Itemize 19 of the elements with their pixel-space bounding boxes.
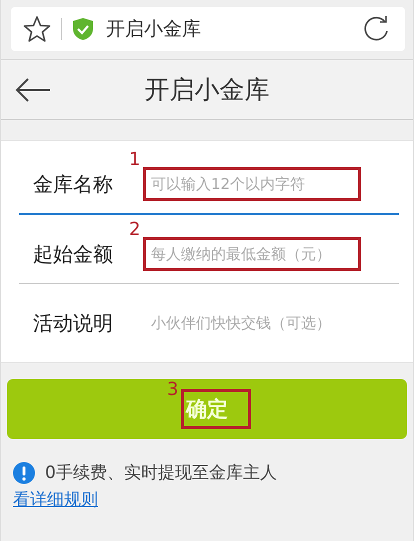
input-field[interactable]: 可以输入12个以内字符 <box>145 171 397 197</box>
annotation-number: 1 <box>129 149 140 170</box>
annotation-number: 3 <box>167 379 178 400</box>
field-label: 金库名称 <box>33 170 114 198</box>
info-icon <box>13 462 35 484</box>
shield-check-icon <box>72 17 94 41</box>
input-field[interactable]: 每人缴纳的最低金额（元） <box>145 241 397 267</box>
annotation-number: 2 <box>129 219 140 240</box>
address-bar[interactable]: 开启小金库 <box>11 7 405 51</box>
page-title: 开启小金库 <box>106 17 201 42</box>
header-title: 开启小金库 <box>144 74 270 106</box>
star-icon[interactable] <box>23 15 51 43</box>
notice-text: 0手续费、实时提现至金库主人 <box>45 462 277 484</box>
rules-link[interactable]: 看详细规则 <box>13 488 98 511</box>
annotation-frame <box>181 389 251 429</box>
field-label: 起始金额 <box>33 240 114 268</box>
back-arrow-icon[interactable] <box>15 78 51 102</box>
input-field[interactable]: 小伙伴们快快交钱（可选） <box>145 310 397 336</box>
field-label: 活动说明 <box>33 310 114 336</box>
